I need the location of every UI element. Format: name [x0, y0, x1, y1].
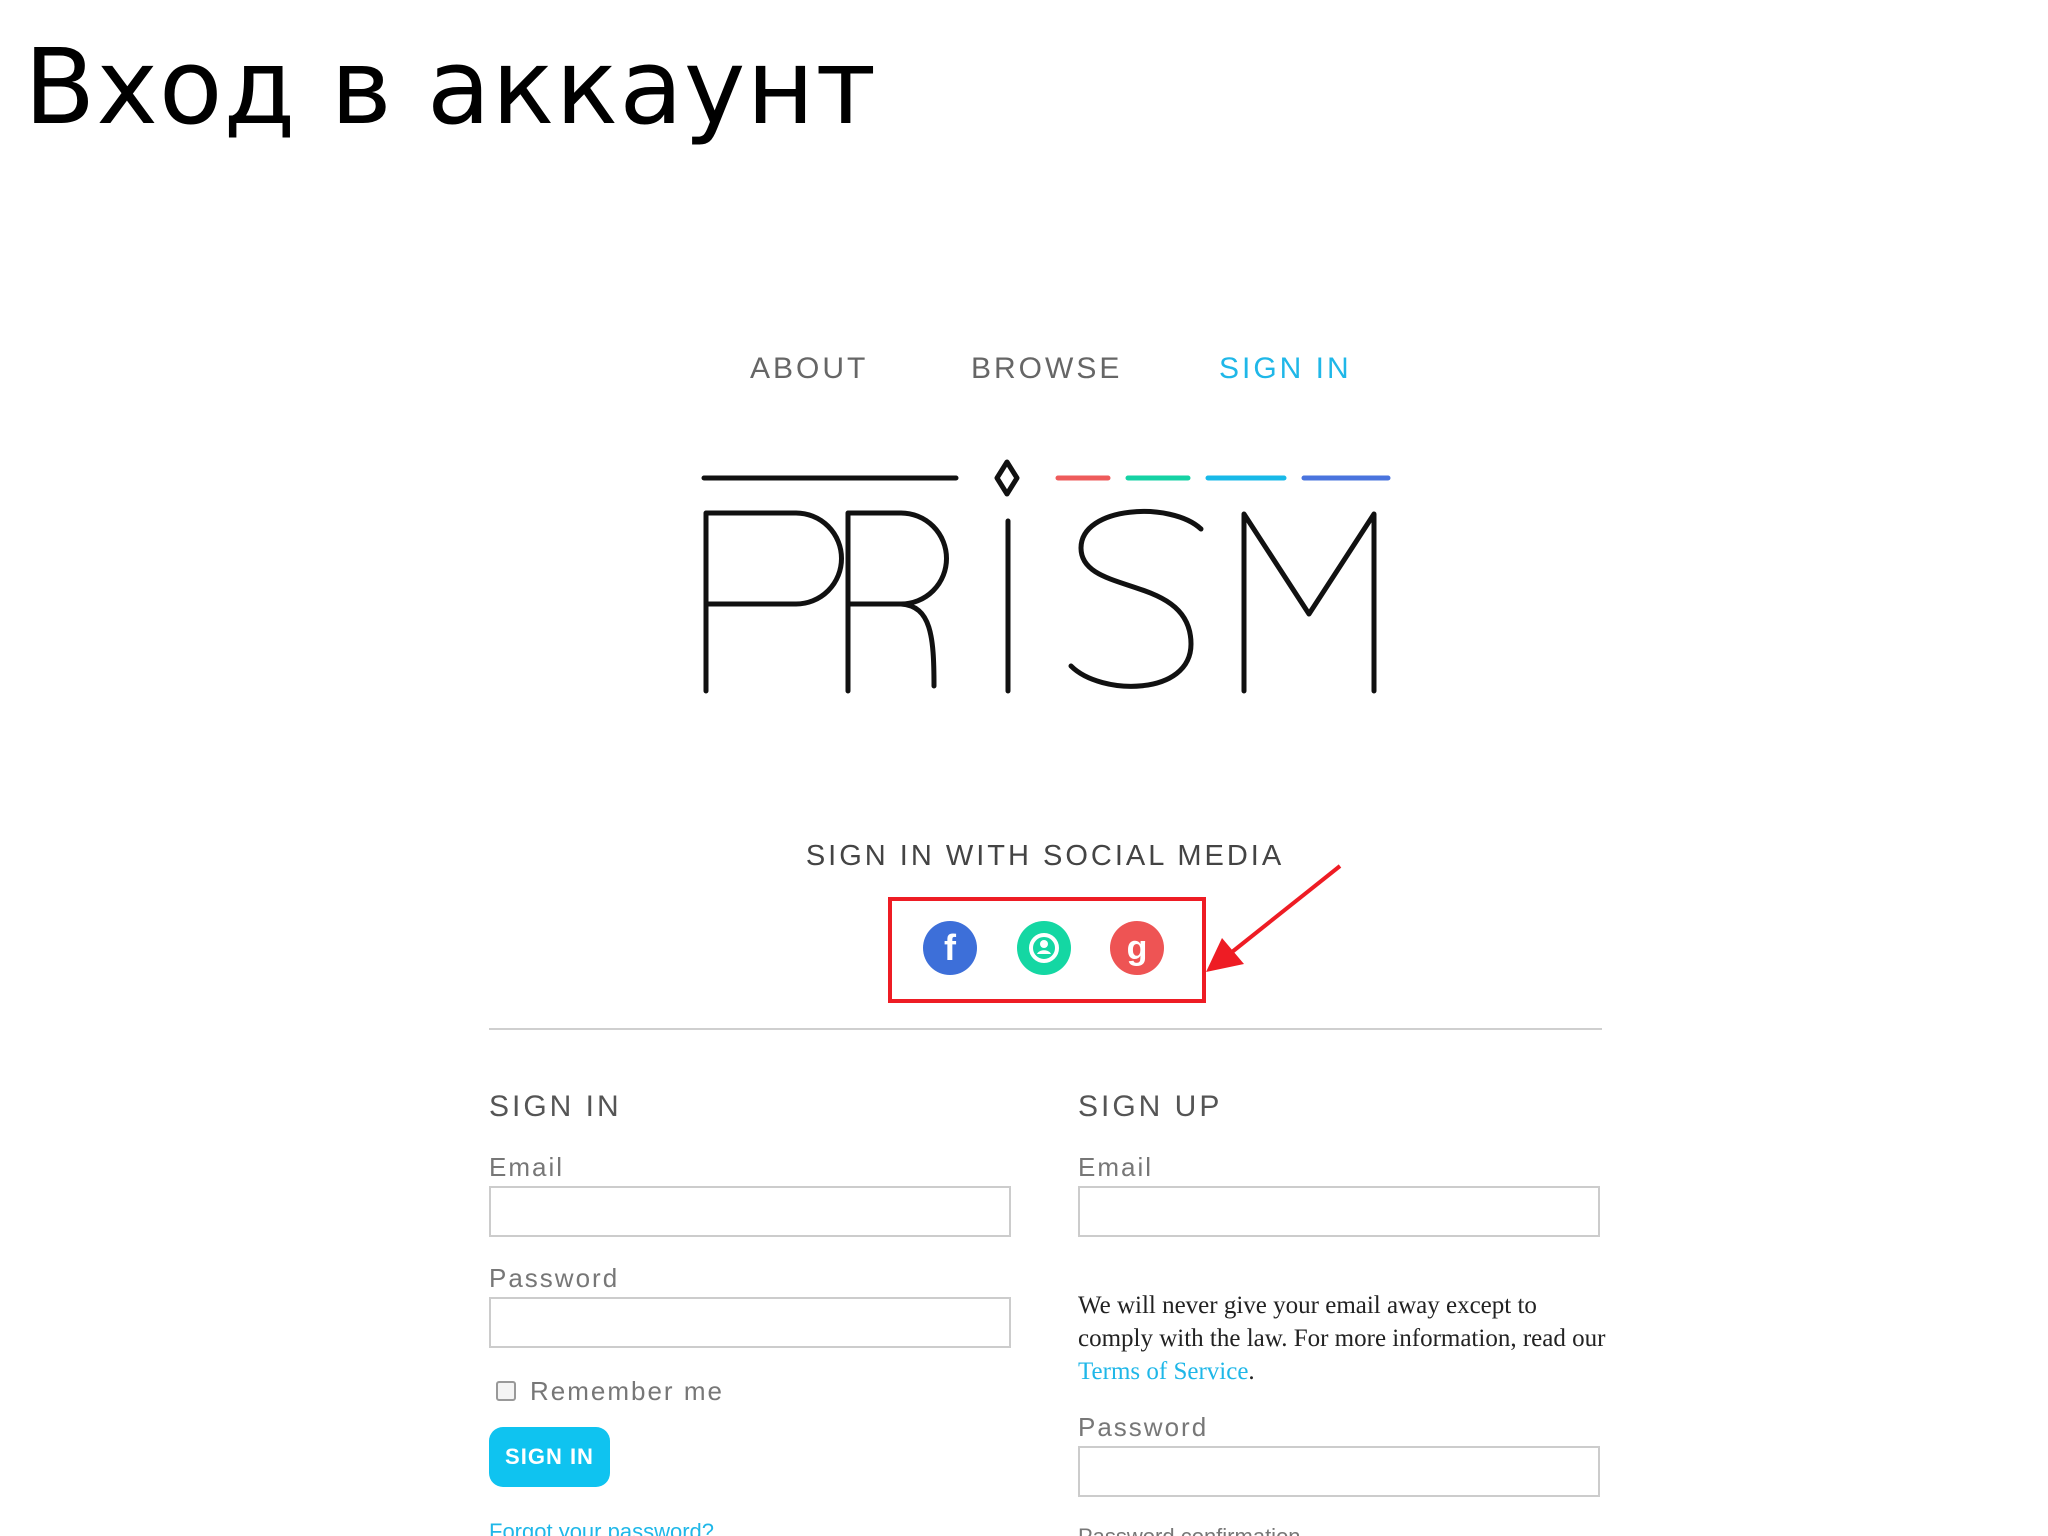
top-nav: ABOUT BROWSE SIGN IN	[0, 352, 2048, 392]
privacy-notice-end: .	[1248, 1358, 1255, 1385]
social-network-icon[interactable]	[1017, 921, 1071, 975]
privacy-notice: We will never give your email away excep…	[1078, 1289, 1608, 1388]
nav-browse-link[interactable]: BROWSE	[971, 352, 1122, 386]
sign-in-password-input[interactable]	[489, 1297, 1011, 1348]
facebook-icon[interactable]: f	[923, 921, 977, 975]
sign-in-email-input[interactable]	[489, 1186, 1011, 1237]
remember-me-label: Remember me	[530, 1376, 724, 1406]
sign-up-password-input[interactable]	[1078, 1446, 1600, 1497]
sign-up-password-label: Password	[1078, 1412, 1209, 1442]
sign-in-button[interactable]: SIGN IN	[489, 1427, 610, 1487]
remember-me-checkbox[interactable]	[496, 1381, 516, 1401]
sign-up-heading: SIGN UP	[1078, 1090, 1223, 1123]
google-icon[interactable]: g	[1110, 921, 1164, 975]
social-sign-in-heading: SIGN IN WITH SOCIAL MEDIA	[805, 840, 1285, 872]
sign-in-email-label: Email	[489, 1152, 565, 1182]
red-arrow-annotation	[1206, 864, 1342, 972]
privacy-notice-text: We will never give your email away excep…	[1078, 1292, 1606, 1352]
slide-title: Вход в аккаунт	[24, 26, 878, 148]
prism-logo	[701, 459, 1391, 694]
nav-about-link[interactable]: ABOUT	[750, 352, 868, 386]
prism-sign-in-screenshot: ABOUT BROWSE SIGN IN SIGN IN WITH SOCIAL…	[0, 300, 2048, 1536]
nav-sign-in-link[interactable]: SIGN IN	[1219, 352, 1352, 386]
section-divider	[489, 1028, 1602, 1030]
sign-up-email-label: Email	[1078, 1152, 1154, 1182]
password-confirmation-label: Password confirmation	[1078, 1524, 1301, 1536]
sign-in-heading: SIGN IN	[489, 1090, 622, 1123]
terms-of-service-link[interactable]: Terms of Service	[1078, 1358, 1248, 1385]
sign-up-email-input[interactable]	[1078, 1186, 1600, 1237]
forgot-password-link[interactable]: Forgot your password?	[489, 1519, 714, 1536]
sign-in-password-label: Password	[489, 1263, 620, 1293]
person-bubble-icon	[1029, 933, 1059, 963]
